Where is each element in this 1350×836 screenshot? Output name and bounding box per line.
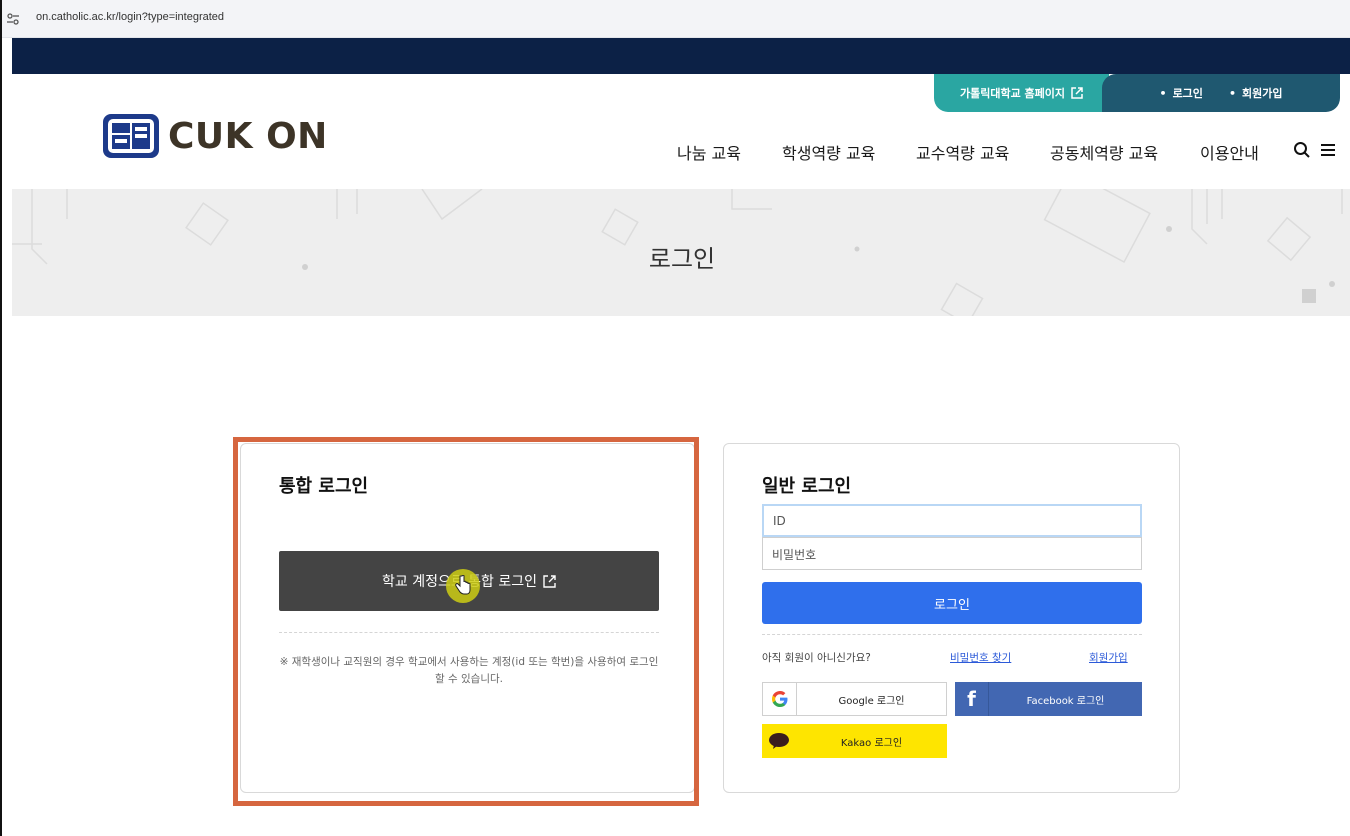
general-login-panel: 일반 로그인 ID 비밀번호 로그인 아직 회원이 아니신가요? 비밀번호 찾기… — [723, 443, 1180, 793]
facebook-login-button[interactable]: f Facebook 로그인 — [955, 682, 1142, 716]
kakao-icon — [762, 724, 796, 758]
external-link-icon — [1071, 87, 1083, 99]
page-title: 로그인 — [648, 245, 716, 273]
homepage-label: 가톨릭대학교 홈페이지 — [959, 87, 1066, 100]
facebook-login-label: Facebook 로그인 — [1026, 695, 1105, 707]
kakao-login-label: Kakao 로그인 — [840, 737, 903, 749]
nav-item-community-competency[interactable]: 공동체역량 교육 — [1050, 140, 1158, 164]
facebook-icon: f — [955, 682, 989, 716]
signup-link[interactable]: 회원가입 — [1089, 650, 1128, 665]
nav-item-student-competency[interactable]: 학생역량 교육 — [782, 140, 875, 164]
kakao-login-button[interactable]: Kakao 로그인 — [762, 724, 947, 758]
university-emblem-icon — [103, 114, 159, 158]
auth-links: 로그인 회원가입 — [1102, 74, 1340, 112]
nav-item-guide[interactable]: 이용안내 — [1200, 140, 1259, 164]
page-banner: 로그인 — [12, 189, 1350, 316]
url-text[interactable]: on.catholic.ac.kr/login?type=integrated — [36, 11, 224, 23]
university-homepage-link[interactable]: 가톨릭대학교 홈페이지 — [934, 74, 1109, 112]
login-button[interactable]: 로그인 — [762, 582, 1142, 624]
utility-bar: 가톨릭대학교 홈페이지 로그인 회원가입 — [934, 74, 1340, 112]
google-login-button[interactable]: Google 로그인 — [762, 682, 947, 716]
divider — [762, 634, 1142, 635]
menu-icon[interactable] — [1318, 140, 1338, 160]
top-navy-band — [12, 38, 1350, 74]
google-icon — [763, 683, 797, 715]
id-input[interactable]: ID — [762, 504, 1142, 537]
google-login-label: Google 로그인 — [838, 695, 905, 707]
nav-item-sharing-education[interactable]: 나눔 교육 — [677, 140, 741, 164]
account-links: 아직 회원이 아니신가요? 비밀번호 찾기 회원가입 — [762, 650, 1142, 666]
top-signup-link[interactable]: 회원가입 — [1229, 85, 1282, 101]
selection-highlight-box — [233, 437, 699, 806]
address-bar[interactable]: on.catholic.ac.kr/login?type=integrated — [2, 0, 1350, 38]
general-login-title: 일반 로그인 — [762, 476, 852, 497]
not-member-text: 아직 회원이 아니신가요? — [762, 652, 871, 664]
password-input[interactable]: 비밀번호 — [762, 537, 1142, 570]
search-icon[interactable] — [1292, 140, 1312, 160]
logo-text: CUK ON — [168, 115, 328, 157]
site-logo[interactable]: CUK ON — [102, 112, 328, 160]
browser-window: on.catholic.ac.kr/login?type=integrated … — [0, 0, 1350, 836]
site-settings-icon[interactable] — [6, 12, 20, 26]
top-login-link[interactable]: 로그인 — [1160, 85, 1203, 101]
nav-item-faculty-competency[interactable]: 교수역량 교육 — [916, 140, 1009, 164]
find-password-link[interactable]: 비밀번호 찾기 — [950, 650, 1011, 665]
site-header: 가톨릭대학교 홈페이지 로그인 회원가입 — [12, 74, 1350, 189]
